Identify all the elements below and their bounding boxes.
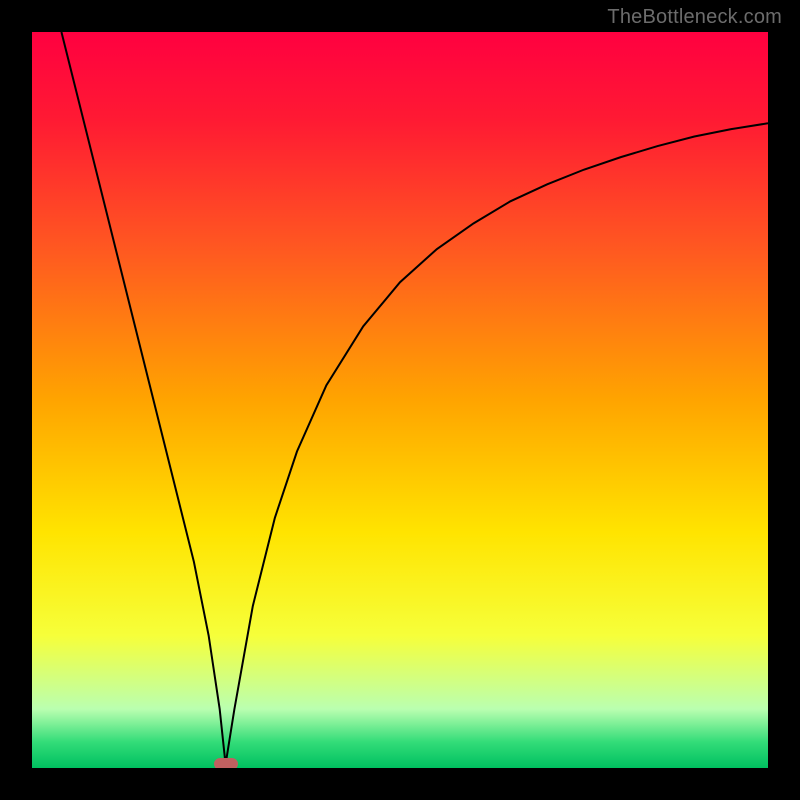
- gradient-backdrop: [32, 32, 768, 768]
- optimum-marker: [214, 758, 238, 768]
- chart-frame: TheBottleneck.com: [0, 0, 800, 800]
- watermark-label: TheBottleneck.com: [607, 6, 782, 29]
- plot-area: [32, 32, 768, 768]
- chart-svg: [32, 32, 768, 768]
